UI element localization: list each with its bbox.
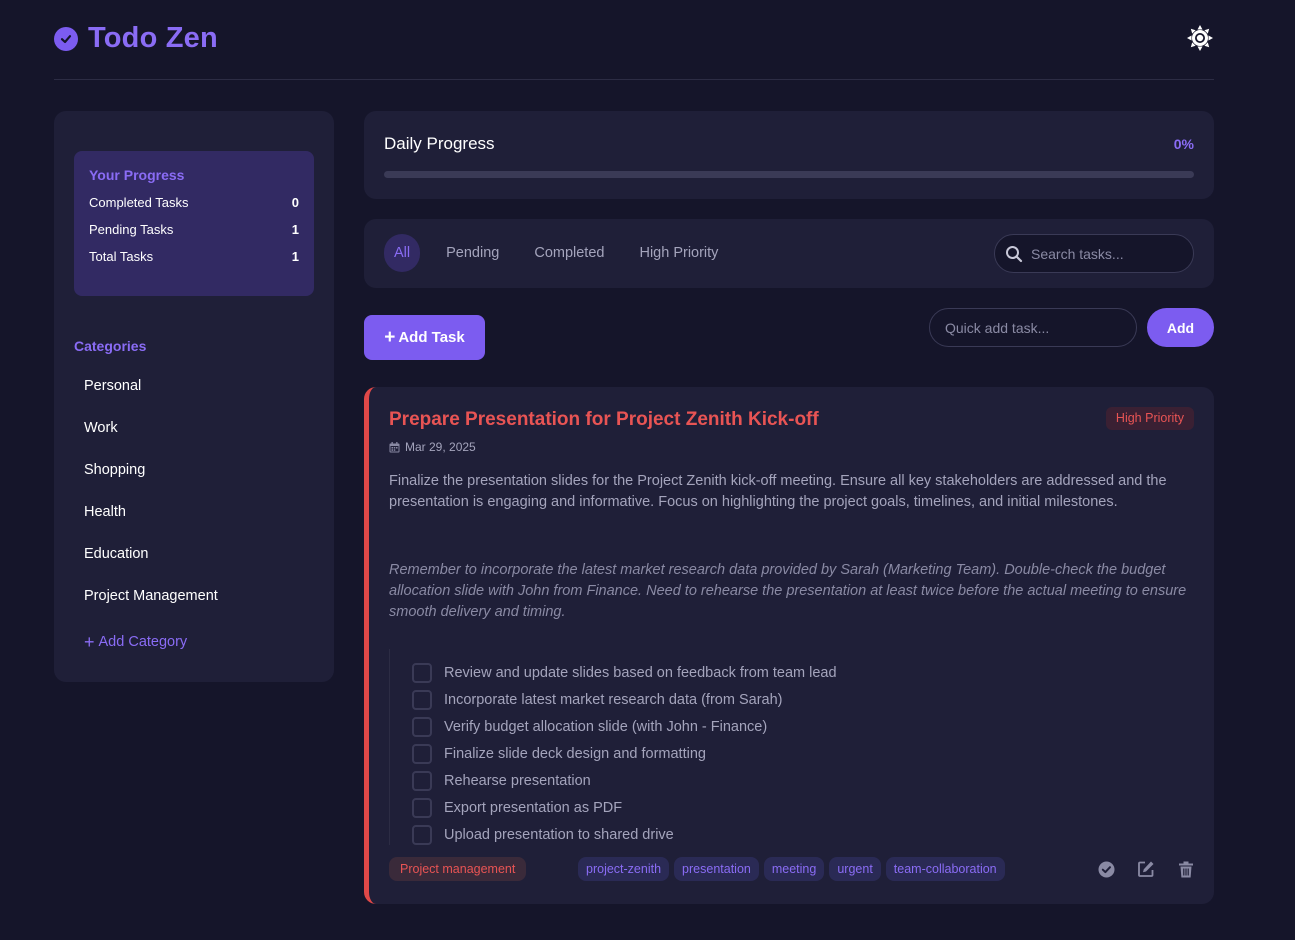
subtask-checkbox[interactable] <box>412 689 432 710</box>
sidebar: Your Progress Completed Tasks 0 Pending … <box>54 111 334 682</box>
complete-task-button[interactable] <box>1096 859 1116 879</box>
quick-add-input[interactable] <box>929 308 1137 347</box>
task-date-text: Mar 29, 2025 <box>405 440 476 454</box>
stat-total: Total Tasks 1 <box>89 249 299 264</box>
calendar-icon <box>389 441 400 452</box>
subtask-label: Incorporate latest market research data … <box>444 691 783 708</box>
categories-heading: Categories <box>74 338 147 354</box>
check-circle-icon <box>1098 861 1114 877</box>
edit-task-button[interactable] <box>1136 859 1156 879</box>
subtask-checkbox[interactable] <box>412 662 432 683</box>
subtask-item[interactable]: Finalize slide deck design and formattin… <box>390 740 1199 767</box>
app-title: Todo Zen <box>88 22 218 54</box>
logo: Todo Zen <box>54 22 218 55</box>
tab-pending[interactable]: Pending <box>431 234 514 272</box>
category-item-work[interactable]: Work <box>74 413 314 455</box>
subtask-checkbox[interactable] <box>412 770 432 791</box>
daily-progress-bar <box>384 171 1194 178</box>
tab-all[interactable]: All <box>384 234 421 272</box>
stat-value: 0 <box>291 195 299 210</box>
subtask-label: Finalize slide deck design and formattin… <box>444 745 706 762</box>
task-card: Prepare Presentation for Project Zenith … <box>364 387 1214 904</box>
subtask-item[interactable]: Upload presentation to shared drive <box>390 821 1199 848</box>
daily-progress-percent: 0% <box>1173 136 1194 152</box>
stat-pending: Pending Tasks 1 <box>89 222 299 237</box>
add-task-label: Add Task <box>398 329 465 346</box>
subtask-item[interactable]: Incorporate latest market research data … <box>390 686 1199 713</box>
subtask-checkbox[interactable] <box>412 797 432 818</box>
daily-progress-card: Daily Progress 0% <box>364 111 1214 199</box>
subtask-label: Upload presentation to shared drive <box>444 826 674 843</box>
task-category-chip: Project management <box>389 857 527 881</box>
filter-tabs: All Pending Completed High Priority <box>384 234 738 272</box>
subtask-label: Rehearse presentation <box>444 772 591 789</box>
tag-chip[interactable]: meeting <box>763 857 825 881</box>
subtask-checkbox[interactable] <box>412 743 432 764</box>
stat-completed: Completed Tasks 0 <box>89 195 299 210</box>
tab-high-priority[interactable]: High Priority <box>624 234 733 272</box>
daily-progress-title: Daily Progress <box>384 134 495 153</box>
trash-icon <box>1179 861 1193 877</box>
tag-list: project-zenith presentation meeting urge… <box>578 857 1010 881</box>
sun-icon <box>1187 25 1213 51</box>
tag-chip[interactable]: presentation <box>674 857 759 881</box>
header: Todo Zen <box>54 18 1214 80</box>
subtask-item[interactable]: Rehearse presentation <box>390 767 1199 794</box>
filter-bar: All Pending Completed High Priority <box>364 219 1214 288</box>
subtask-label: Review and update slides based on feedba… <box>444 664 837 681</box>
stat-label: Total Tasks <box>89 249 154 264</box>
priority-badge: High Priority <box>1105 407 1194 430</box>
task-notes: Remember to incorporate the latest marke… <box>389 562 1187 620</box>
category-item-shopping[interactable]: Shopping <box>74 455 314 497</box>
category-item-project-management[interactable]: Project Management <box>74 581 314 623</box>
progress-title: Your Progress <box>89 167 185 183</box>
stat-value: 1 <box>291 249 299 264</box>
category-item-health[interactable]: Health <box>74 497 314 539</box>
category-item-personal[interactable]: Personal <box>74 371 314 413</box>
tag-chip[interactable]: team-collaboration <box>885 857 1005 881</box>
theme-toggle-button[interactable] <box>1186 24 1214 52</box>
delete-task-button[interactable] <box>1176 859 1196 879</box>
quick-add-button[interactable]: Add <box>1147 308 1214 347</box>
subtask-label: Verify budget allocation slide (with Joh… <box>444 718 768 735</box>
subtask-checkbox[interactable] <box>412 824 432 845</box>
edit-icon <box>1138 861 1154 877</box>
subtask-list: Review and update slides based on feedba… <box>389 649 1199 845</box>
search-box <box>994 234 1194 273</box>
subtask-label: Export presentation as PDF <box>444 799 623 816</box>
subtask-item[interactable]: Verify budget allocation slide (with Joh… <box>390 713 1199 740</box>
plus-icon: + <box>84 632 95 652</box>
stat-label: Completed Tasks <box>89 195 189 210</box>
search-icon <box>1006 245 1023 262</box>
tag-chip[interactable]: urgent <box>829 857 881 881</box>
add-task-button[interactable]: + Add Task <box>364 315 485 360</box>
subtask-checkbox[interactable] <box>412 716 432 737</box>
check-circle-icon <box>54 26 78 51</box>
add-category-button[interactable]: + Add Category <box>84 633 187 651</box>
tag-chip[interactable]: project-zenith <box>578 857 670 881</box>
category-list: Personal Work Shopping Health Education … <box>74 371 314 623</box>
task-date: Mar 29, 2025 <box>389 440 476 454</box>
task-title: Prepare Presentation for Project Zenith … <box>389 409 819 430</box>
subtask-item[interactable]: Review and update slides based on feedba… <box>390 659 1199 686</box>
progress-card: Your Progress Completed Tasks 0 Pending … <box>74 151 314 296</box>
subtask-item[interactable]: Export presentation as PDF <box>390 794 1199 821</box>
stat-value: 1 <box>291 222 299 237</box>
task-actions <box>1076 859 1196 879</box>
add-category-label: Add Category <box>98 634 188 650</box>
stat-label: Pending Tasks <box>89 222 174 237</box>
task-description: Finalize the presentation slides for the… <box>389 473 1167 510</box>
plus-icon: + <box>384 327 396 348</box>
tab-completed[interactable]: Completed <box>519 234 619 272</box>
category-item-education[interactable]: Education <box>74 539 314 581</box>
search-input[interactable] <box>1031 245 1181 262</box>
